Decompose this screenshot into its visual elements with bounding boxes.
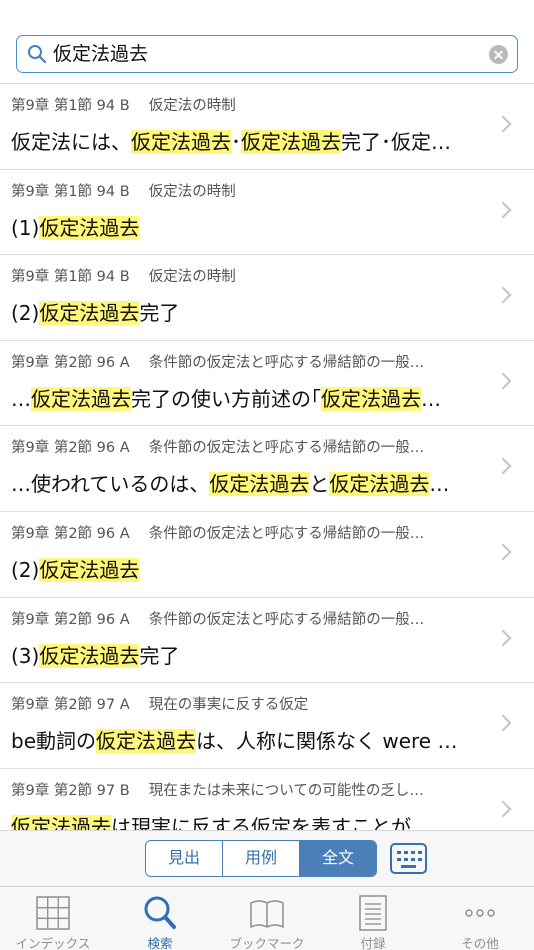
clear-search-icon[interactable] (489, 45, 508, 64)
match-highlight: 仮定法過去 (321, 386, 421, 411)
snippet-text: … (429, 472, 450, 497)
result-row[interactable]: 第9章 第2節 96 A 条件節の仮定法と呼応する帰結節の一般… …仮定法過去完了… (0, 341, 534, 427)
tab-label: 付録 (360, 936, 386, 950)
result-location: 第9章 第2節 97 A 現在の事実に反する仮定 (11, 697, 309, 714)
result-snippet: …使われているのは、仮定法過去と仮定法過去… (11, 470, 485, 498)
snippet-text: be動詞の (11, 729, 96, 754)
result-location: 第9章 第2節 96 A 条件節の仮定法と呼応する帰結節の一般… (11, 354, 425, 371)
tab-label: インデックス (15, 936, 91, 950)
snippet-text: と (309, 472, 330, 497)
tab-index[interactable]: インデックス (0, 887, 106, 950)
snippet-text: 完了の使い方前述の｢ (131, 386, 321, 411)
search-icon (144, 896, 176, 929)
result-row[interactable]: 第9章 第2節 96 A 条件節の仮定法と呼応する帰結節の一般… …使われているの… (0, 426, 534, 512)
tab-search[interactable]: 検索 (107, 887, 213, 950)
search-mode-bar: 見出 用例 全文 (0, 830, 534, 886)
search-mode-segmented-control: 見出 用例 全文 (145, 840, 377, 877)
result-row[interactable]: 第9章 第2節 96 A 条件節の仮定法と呼応する帰結節の一般… (2)仮定法過去 (0, 512, 534, 598)
match-highlight: 仮定法過去 (39, 215, 140, 240)
search-query-text[interactable]: 仮定法過去 (53, 36, 148, 72)
chevron-right-icon (494, 115, 512, 133)
match-highlight: 仮定法過去 (11, 814, 111, 830)
snippet-text: (2) (11, 557, 40, 582)
result-snippet: be動詞の仮定法過去は、人称に関係なく were … (11, 727, 485, 755)
book-icon (250, 900, 284, 929)
tab-label: その他 (461, 936, 499, 950)
chevron-right-icon (494, 286, 512, 304)
result-snippet: (2)仮定法過去 (11, 556, 485, 584)
match-highlight: 仮定法過去 (329, 472, 430, 497)
result-row[interactable]: 第9章 第1節 94 B 仮定法の時制 (1)仮定法過去 (0, 170, 534, 256)
match-highlight: 仮定法過去 (39, 301, 140, 326)
result-row[interactable]: 第9章 第2節 97 A 現在の事実に反する仮定 be動詞の仮定法過去は、人称に関… (0, 683, 534, 769)
result-snippet: 仮定法には、仮定法過去･仮定法過去完了･仮定… (11, 128, 485, 156)
match-highlight: 仮定法過去 (241, 130, 341, 154)
search-icon (28, 45, 47, 64)
result-location: 第9章 第1節 94 B 仮定法の時制 (11, 98, 236, 114)
result-row[interactable]: 第9章 第2節 96 A 条件節の仮定法と呼応する帰結節の一般… (3)仮定法過去… (0, 598, 534, 684)
snippet-text: (1) (11, 215, 40, 240)
segment-examples[interactable]: 用例 (223, 841, 300, 876)
snippet-text: 完了 (139, 301, 180, 326)
result-snippet: …仮定法過去完了の使い方前述の｢仮定法過去… (11, 385, 485, 413)
chevron-right-icon (494, 543, 512, 561)
snippet-text: … (11, 386, 31, 411)
chevron-right-icon (494, 800, 512, 818)
result-location: 第9章 第1節 94 B 仮定法の時制 (11, 269, 236, 286)
tab-bookmark[interactable]: ブックマーク (214, 887, 320, 950)
match-highlight: 仮定法過去 (39, 557, 140, 582)
chevron-right-icon (494, 201, 512, 219)
more-icon (465, 909, 495, 917)
tab-appendix[interactable]: 付録 (320, 887, 426, 950)
search-bar-area: 仮定法過去 (0, 0, 534, 84)
result-row[interactable]: 第9章 第1節 94 B 仮定法の時制 (2)仮定法過去完了 (0, 255, 534, 341)
result-location: 第9章 第1節 94 B 仮定法の時制 (11, 183, 236, 200)
results-list: 第9章 第1節 94 B 仮定法の時制 仮定法には、仮定法過去･仮定法過去完了･仮… (0, 84, 534, 830)
match-highlight: 仮定法過去 (131, 130, 231, 154)
result-location: 第9章 第2節 97 B 現在または未来についての可能性の乏し… (11, 782, 424, 799)
chevron-right-icon (494, 457, 512, 475)
tab-more[interactable]: その他 (427, 887, 533, 950)
document-icon (359, 895, 387, 931)
snippet-text: 完了･仮定… (341, 130, 451, 154)
grid-icon (36, 896, 70, 930)
snippet-text: …使われているのは、 (11, 472, 210, 497)
chevron-right-icon (494, 714, 512, 732)
snippet-text: … (421, 386, 441, 411)
snippet-text: は、人称に関係なく were … (196, 729, 458, 754)
snippet-text: (2) (11, 301, 40, 326)
result-location: 第9章 第2節 96 A 条件節の仮定法と呼応する帰結節の一般… (11, 611, 425, 628)
snippet-text: 仮定法には、 (11, 130, 131, 154)
snippet-text: は現実に反する仮定を表すことが (111, 814, 411, 830)
keyboard-icon[interactable] (390, 843, 427, 874)
segment-headword[interactable]: 見出 (146, 841, 223, 876)
snippet-text: 完了 (139, 643, 180, 668)
match-highlight: 仮定法過去 (39, 643, 140, 668)
result-snippet: (1)仮定法過去 (11, 214, 485, 242)
result-row[interactable]: 第9章 第2節 97 B 現在または未来についての可能性の乏し… 仮定法過去は現実… (0, 769, 534, 830)
snippet-text: (3) (11, 643, 40, 668)
result-row[interactable]: 第9章 第1節 94 B 仮定法の時制 仮定法には、仮定法過去･仮定法過去完了･仮… (0, 84, 534, 170)
result-snippet: (3)仮定法過去完了 (11, 642, 485, 670)
tab-bar: インデックス 検索 ブックマーク 付録 その他 (0, 886, 534, 950)
chevron-right-icon (494, 372, 512, 390)
snippet-text: ･ (231, 130, 241, 154)
tab-label: ブックマーク (229, 936, 305, 950)
match-highlight: 仮定法過去 (209, 472, 310, 497)
search-input[interactable]: 仮定法過去 (16, 35, 518, 73)
result-location: 第9章 第2節 96 A 条件節の仮定法と呼応する帰結節の一般… (11, 440, 425, 457)
result-snippet: 仮定法過去は現実に反する仮定を表すことが (11, 813, 485, 830)
result-location: 第9章 第2節 96 A 条件節の仮定法と呼応する帰結節の一般… (11, 525, 425, 542)
match-highlight: 仮定法過去 (96, 729, 196, 754)
chevron-right-icon (494, 629, 512, 647)
segment-fulltext[interactable]: 全文 (300, 841, 376, 876)
result-snippet: (2)仮定法過去完了 (11, 299, 485, 327)
tab-label: 検索 (147, 936, 173, 950)
match-highlight: 仮定法過去 (31, 386, 131, 411)
